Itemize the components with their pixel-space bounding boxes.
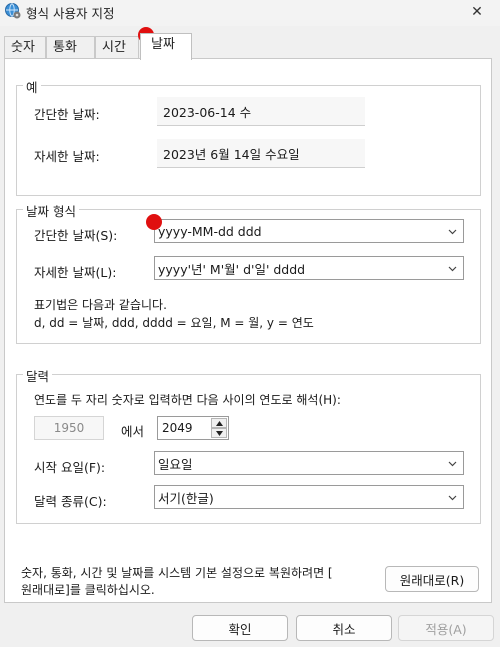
example-group-title: 예 [23, 77, 41, 96]
example-short-value: 2023-06-14 수 [157, 97, 365, 126]
first-day-combo[interactable]: 일요일 [154, 451, 464, 475]
chevron-down-icon [448, 493, 457, 502]
notation-intro: 표기법은 다음과 같습니다. [34, 298, 167, 312]
reset-hint-line2: 원래대로]를 클릭하십시오. [21, 583, 155, 597]
triangle-down-icon [215, 430, 223, 436]
reset-hint-line1: 숫자, 통화, 시간 및 날짜를 시스템 기본 설정으로 복원하려면 [ [21, 566, 333, 580]
example-long-label: 자세한 날짜: [34, 149, 100, 164]
short-date-label: 간단한 날짜(S): [34, 228, 118, 243]
example-group: 예 간단한 날짜: 2023-06-14 수 자세한 날짜: 2023년 6월 … [16, 77, 481, 196]
example-short-label: 간단한 날짜: [34, 107, 100, 122]
tab-time[interactable]: 시간 [95, 36, 139, 59]
first-day-value: 일요일 [158, 456, 193, 472]
calendar-group-title: 달력 [23, 366, 53, 385]
title-bar: 형식 사용자 지정 ✕ [0, 0, 500, 26]
short-date-combo[interactable]: yyyy-MM-dd ddd [154, 219, 464, 243]
tab-date[interactable]: 날짜 [140, 33, 192, 60]
date-format-group: 날짜 형식 간단한 날짜(S): yyyy-MM-dd ddd 자세한 날짜(L… [16, 201, 481, 344]
first-day-label: 시작 요일(F): [34, 460, 106, 475]
calendar-type-label: 달력 종류(C): [34, 494, 107, 509]
click-marker [146, 214, 162, 230]
spin-up-button[interactable] [211, 418, 227, 428]
ok-button[interactable]: 확인 [192, 615, 288, 641]
close-icon: ✕ [471, 4, 483, 20]
year-from-field: 1950 [34, 416, 104, 440]
year-spin-buttons [211, 418, 227, 438]
reset-button[interactable]: 원래대로(R) [385, 566, 479, 592]
calendar-type-combo[interactable]: 서기(한글) [154, 485, 464, 509]
short-date-value: yyyy-MM-dd ddd [158, 223, 262, 239]
long-date-value: yyyy'년' M'월' d'일' dddd [158, 261, 306, 277]
spin-down-button[interactable] [211, 428, 227, 438]
long-date-label: 자세한 날짜(L): [34, 265, 117, 280]
notation-legend: d, dd = 날짜, ddd, dddd = 요일, M = 월, y = 연… [34, 316, 314, 330]
cancel-button[interactable]: 취소 [296, 615, 392, 641]
triangle-up-icon [215, 420, 223, 426]
year-to-stepper[interactable]: 2049 [157, 416, 229, 440]
two-digit-year-label: 연도를 두 자리 숫자로 입력하면 다음 사이의 연도로 해석(H): [34, 393, 341, 407]
chevron-down-icon [448, 264, 457, 273]
tab-number[interactable]: 숫자 [4, 36, 46, 59]
example-long-value: 2023년 6월 14일 수요일 [157, 139, 365, 168]
date-format-group-title: 날짜 형식 [23, 201, 79, 220]
date-settings-panel: 예 간단한 날짜: 2023-06-14 수 자세한 날짜: 2023년 6월 … [4, 58, 492, 603]
long-date-combo[interactable]: yyyy'년' M'월' d'일' dddd [154, 256, 464, 280]
globe-settings-icon [4, 2, 22, 20]
chevron-down-icon [448, 459, 457, 468]
year-to-value: 2049 [162, 421, 193, 435]
tab-currency[interactable]: 통화 [46, 36, 95, 59]
calendar-type-value: 서기(한글) [158, 490, 214, 506]
close-button[interactable]: ✕ [454, 0, 500, 24]
year-between-label: 에서 [121, 424, 145, 439]
apply-button[interactable]: 적용(A) [398, 615, 494, 641]
window-title: 형식 사용자 지정 [26, 6, 115, 21]
calendar-group: 달력 연도를 두 자리 숫자로 입력하면 다음 사이의 연도로 해석(H): 1… [16, 366, 481, 524]
chevron-down-icon [448, 227, 457, 236]
